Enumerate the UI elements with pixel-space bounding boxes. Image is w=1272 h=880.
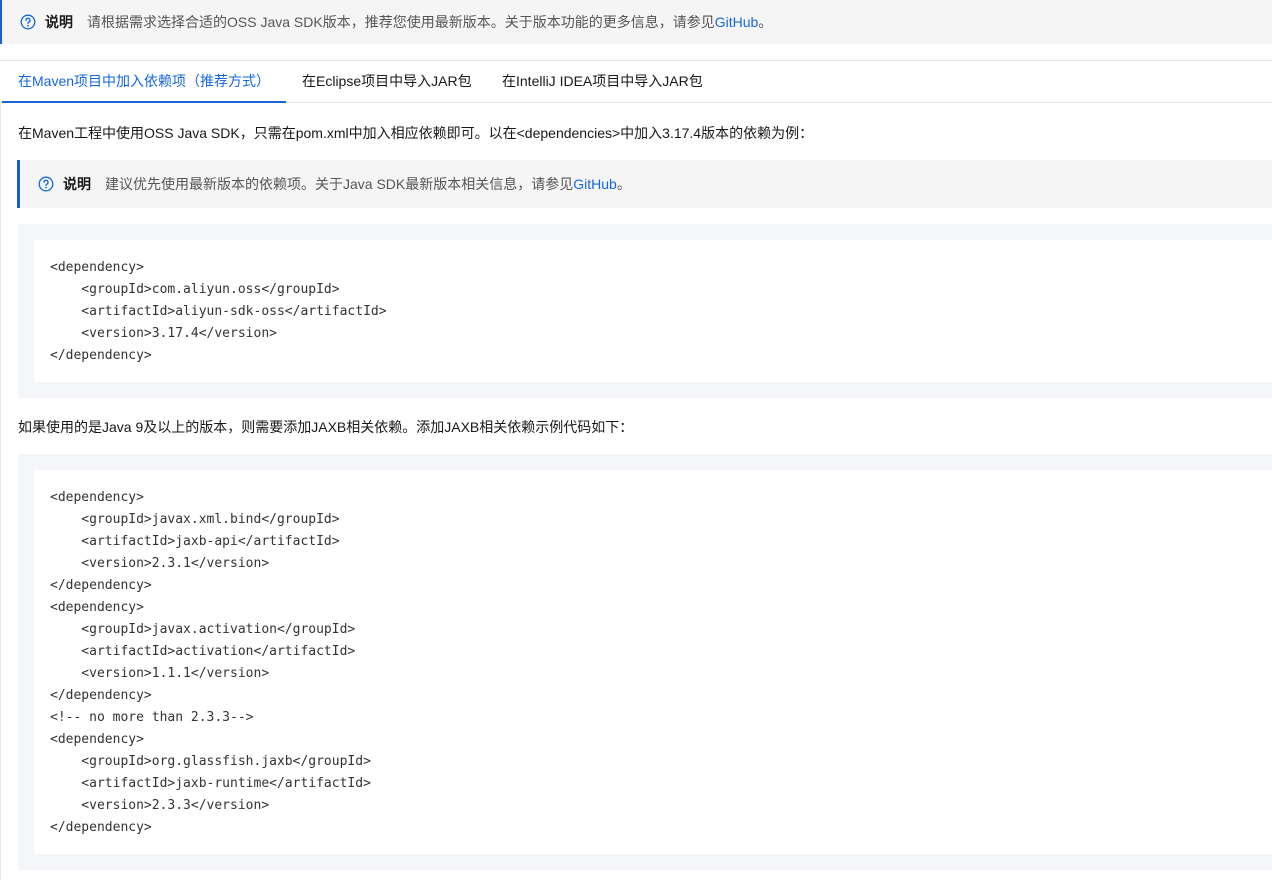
code-block-jaxb-dependencies: <dependency> <groupId>javax.xml.bind</gr… (18, 454, 1272, 870)
github-link[interactable]: GitHub (573, 176, 617, 192)
version-note: 说明 建议优先使用最新版本的依赖项。关于Java SDK最新版本相关信息，请参见… (17, 160, 1272, 208)
code-text[interactable]: <dependency> <groupId>javax.xml.bind</gr… (50, 487, 1272, 839)
top-note: 说明 请根据需求选择合适的OSS Java SDK版本，推荐您使用最新版本。关于… (0, 0, 1272, 44)
code-text[interactable]: <dependency> <groupId>com.aliyun.oss</gr… (50, 257, 1272, 367)
note-text: 建议优先使用最新版本的依赖项。关于Java SDK最新版本相关信息，请参见Git… (105, 176, 631, 192)
note-label: 说明 (63, 176, 91, 192)
note-label: 说明 (45, 14, 73, 30)
tab-maven[interactable]: 在Maven项目中加入依赖项（推荐方式） (2, 61, 286, 103)
code-block-oss-dependency: <dependency> <groupId>com.aliyun.oss</gr… (18, 224, 1272, 398)
note-text: 请根据需求选择合适的OSS Java SDK版本，推荐您使用最新版本。关于版本功… (87, 14, 773, 30)
tab-bar: 在Maven项目中加入依赖项（推荐方式） 在Eclipse项目中导入JAR包 在… (0, 60, 1272, 103)
tab-eclipse[interactable]: 在Eclipse项目中导入JAR包 (302, 61, 472, 103)
content-left-border (0, 104, 1, 880)
tab-intellij[interactable]: 在IntelliJ IDEA项目中导入JAR包 (502, 61, 703, 103)
jaxb-intro-paragraph: 如果使用的是Java 9及以上的版本，则需要添加JAXB相关依赖。添加JAXB相… (18, 419, 634, 435)
help-circle-icon (20, 14, 36, 30)
maven-intro-paragraph: 在Maven工程中使用OSS Java SDK，只需在pom.xml中加入相应依… (18, 125, 814, 141)
github-link[interactable]: GitHub (715, 14, 759, 30)
help-circle-icon (38, 176, 54, 192)
